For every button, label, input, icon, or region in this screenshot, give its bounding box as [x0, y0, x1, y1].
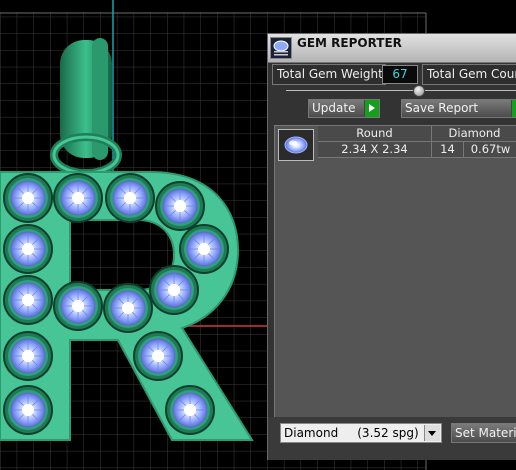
round-gem	[53, 281, 103, 331]
round-gem	[105, 173, 155, 223]
size-slider-handle[interactable]	[413, 85, 425, 97]
play-icon	[511, 100, 516, 117]
gem-reporter-app-icon	[270, 37, 292, 59]
set-material-button[interactable]: Set Material	[451, 423, 516, 443]
chevron-down-icon	[424, 425, 440, 441]
round-gem	[133, 331, 183, 381]
play-icon	[364, 100, 379, 117]
material-select[interactable]: Diamond (3.52 spg)	[280, 423, 442, 443]
panel-title: GEM REPORTER	[297, 36, 402, 50]
gem-count-cell[interactable]: 14	[432, 142, 464, 158]
gem-weight-cell[interactable]: 0.67tw	[464, 142, 516, 158]
gem-reporter-panel: GEM REPORTER Total Gem Weight 67 Total G…	[267, 33, 516, 460]
round-gem	[3, 224, 53, 274]
round-gem	[3, 275, 53, 325]
size-slider-track[interactable]	[286, 90, 516, 91]
save-report-button-label: Save Report	[405, 101, 479, 115]
column-header-round[interactable]: Round	[318, 126, 432, 142]
gem-size-cell[interactable]: 2.34 X 2.34	[318, 142, 432, 158]
round-gem	[165, 385, 215, 435]
round-gem	[53, 173, 103, 223]
material-select-value: Diamond (3.52 spg)	[284, 426, 419, 440]
save-report-button[interactable]: Save Report	[401, 99, 516, 118]
round-gem	[3, 173, 53, 223]
total-gem-weight-label: Total Gem Weight	[272, 64, 386, 85]
total-gem-weight-value: 67	[382, 65, 418, 84]
round-gem	[179, 224, 229, 274]
round-gem	[3, 331, 53, 381]
round-gem-icon	[278, 129, 314, 161]
panel-titlebar[interactable]: GEM REPORTER	[268, 34, 516, 63]
total-gem-count-label: Total Gem Count	[422, 64, 516, 85]
round-gem	[155, 181, 205, 231]
update-button[interactable]: Update	[308, 99, 380, 118]
round-gem	[103, 283, 153, 333]
update-button-label: Update	[312, 101, 356, 115]
panel-footer: Diamond (3.52 spg) Set Material	[268, 417, 516, 460]
round-gem	[149, 265, 199, 315]
column-header-diamond[interactable]: Diamond	[432, 126, 516, 142]
table-empty-area	[275, 164, 516, 418]
gem-report-table: Round Diamond 2.34 X 2.34 14 0.67tw	[274, 125, 516, 419]
round-gem	[3, 385, 53, 435]
